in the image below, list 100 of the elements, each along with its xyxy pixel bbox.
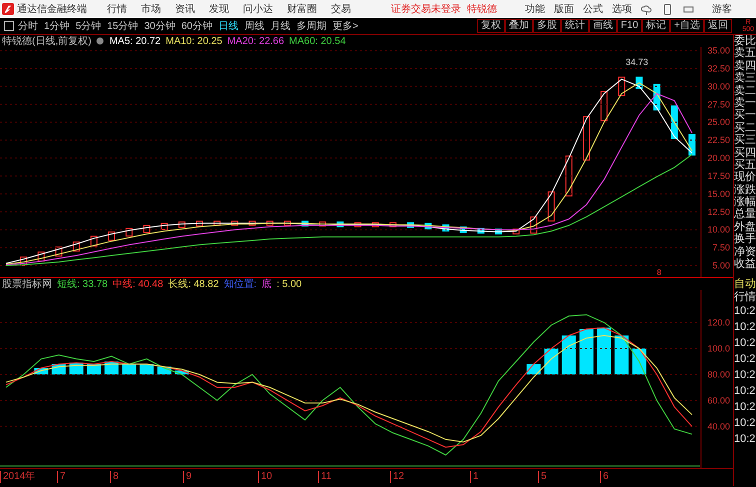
period-tab[interactable]: 周线 [244, 19, 264, 33]
candle [38, 252, 45, 262]
axis-label: 40.00 [707, 421, 730, 432]
panel-toggle-icon[interactable] [4, 21, 14, 31]
period-tab[interactable]: 60分钟 [181, 19, 212, 33]
candle [302, 220, 309, 226]
histogram-bar [544, 348, 558, 374]
period-tab[interactable]: 1分钟 [44, 19, 70, 33]
toolbar-button[interactable]: +自选 [670, 19, 704, 33]
app-title: 通达信金融终端 [17, 2, 87, 16]
candle [372, 222, 379, 228]
menu-item[interactable]: 版面 [554, 2, 574, 16]
tick-time: 10:2 [734, 368, 756, 384]
legend-label: MA10: 20.25 [166, 36, 222, 46]
histogram-bar [174, 370, 189, 374]
user-name[interactable]: 游客 [712, 2, 732, 16]
axis-label: 27.50 [707, 99, 730, 110]
axis-label: 80.00 [707, 369, 730, 380]
legend-label: 中线: 40.48 [112, 278, 164, 291]
legend-label: 知位置: [224, 278, 257, 291]
menu-item[interactable]: 交易 [331, 2, 351, 16]
candle [55, 246, 62, 257]
axis-label: 12.50 [707, 206, 730, 217]
quote-label: 涨跌 [734, 184, 756, 196]
period-tab[interactable]: 分时 [18, 19, 38, 33]
period-tab[interactable]: 更多> [332, 19, 358, 33]
menu-item[interactable]: 行情 [107, 2, 127, 16]
login-notice[interactable]: 证券交易未登录 [391, 2, 461, 16]
axis-label: 7.50 [712, 242, 730, 253]
panel-title: 行情 [734, 290, 756, 304]
quote-label: 买四 [734, 146, 756, 159]
candle [618, 76, 626, 96]
candle [284, 220, 291, 226]
tick-time: 10:2 [734, 400, 756, 416]
candle [160, 222, 168, 230]
candle [266, 220, 274, 226]
toolbar-button[interactable]: 叠加 [504, 19, 533, 33]
period-tab[interactable]: 日线 [218, 19, 238, 33]
quote-label: 收益 [734, 258, 756, 270]
axis-label: 10.00 [707, 224, 730, 235]
toolbar-button[interactable]: 多股 [532, 19, 561, 33]
candle [582, 116, 590, 161]
candle [336, 221, 344, 228]
toolbar-button[interactable]: 标记 [642, 19, 670, 33]
axis-label: 15.00 [707, 188, 730, 199]
menu-item[interactable]: 问小达 [243, 2, 273, 16]
toolbar-button[interactable]: 画线 [588, 19, 617, 33]
peak-price-label: 34.73 [626, 57, 648, 68]
chart-title: 特锐德(日线,前复权) [2, 34, 92, 48]
period-tab[interactable]: 5分钟 [76, 19, 102, 33]
tick-time: 10:2 [734, 336, 756, 352]
stock-name: 特锐德 [467, 2, 497, 16]
quote-label: 卖三 [734, 72, 756, 85]
quote-label: 买五 [734, 158, 756, 171]
period-tab[interactable]: 多周期 [296, 19, 326, 33]
menu-item[interactable]: 功能 [525, 2, 545, 16]
axis-label: 17.50 [707, 170, 730, 181]
menu-item[interactable]: 资讯 [175, 2, 195, 16]
toolbar-button[interactable]: 复权 [476, 19, 505, 33]
candle [108, 232, 116, 241]
legend-label: MA60: 20.54 [289, 36, 346, 46]
menu-item[interactable]: 财富圈 [287, 2, 317, 16]
cloud-icon[interactable] [641, 4, 652, 14]
candle [424, 222, 432, 230]
axis-label: 30.00 [707, 81, 730, 92]
circle-icon[interactable] [96, 37, 104, 45]
period-tab[interactable]: 15分钟 [107, 19, 138, 33]
period-tab[interactable]: 30分钟 [144, 19, 176, 33]
candle [389, 222, 396, 228]
candle [477, 228, 484, 234]
quote-label: 卖一 [734, 96, 756, 109]
toolbar-button[interactable]: F10 [616, 19, 642, 33]
legend-label: 短线: 33.78 [57, 278, 108, 291]
toolbar-button[interactable]: 统计 [560, 19, 589, 33]
candle [600, 91, 608, 122]
axis-label: 35.00 [707, 47, 730, 56]
candle [565, 156, 572, 196]
candle [688, 134, 696, 156]
phone-icon[interactable] [662, 4, 673, 14]
legend-label: 底 [262, 278, 272, 291]
tick-time: 10:2 [734, 320, 756, 336]
menu-item[interactable]: 市场 [141, 2, 161, 16]
tick-time: 10:2 [734, 352, 756, 368]
quote-label: 净资 [734, 246, 756, 258]
menu-item[interactable]: 发现 [209, 2, 229, 16]
menu-item[interactable]: 公式 [583, 2, 603, 16]
period-tab[interactable]: 月线 [270, 19, 290, 33]
candle [178, 221, 186, 228]
quote-label: 换手 [734, 233, 756, 246]
candle [196, 220, 203, 226]
quote-label: 买二 [734, 122, 756, 134]
toolbar-button[interactable]: 返回 [704, 19, 732, 33]
tick-time: 10:2 [734, 304, 756, 320]
axis-label: 5.00 [712, 260, 730, 271]
menu-item[interactable]: 选项 [612, 2, 632, 16]
candle [214, 220, 221, 226]
mode-label[interactable]: 自动 [734, 278, 756, 291]
axis-label: 120.0 [707, 317, 730, 328]
candle [143, 225, 150, 233]
legend-label: MA20: 22.66 [227, 36, 284, 46]
